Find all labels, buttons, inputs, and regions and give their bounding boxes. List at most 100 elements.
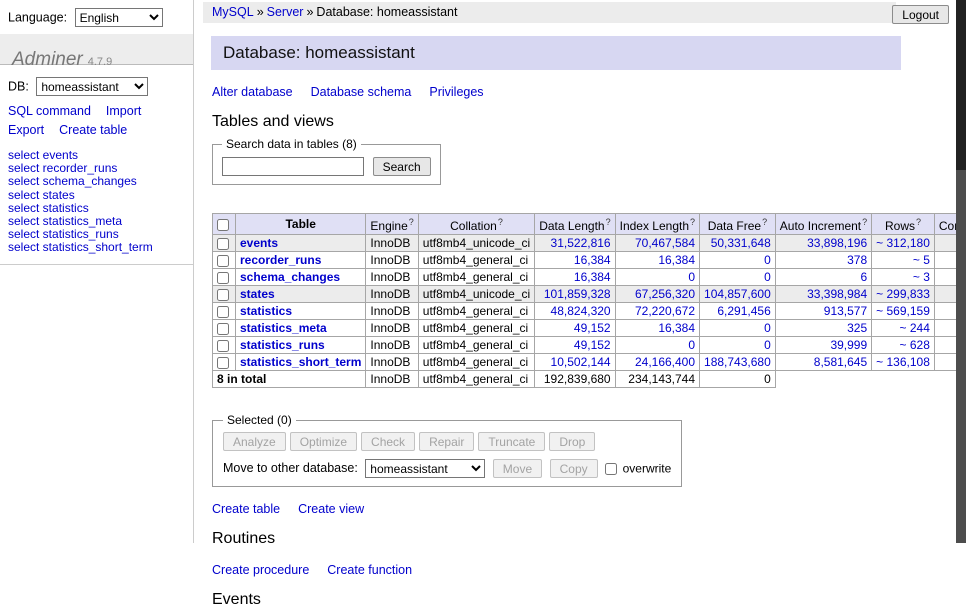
breadcrumb-mysql[interactable]: MySQL — [212, 5, 254, 19]
cell-auto-increment[interactable]: 33,898,196 — [807, 236, 867, 250]
search-input[interactable] — [222, 157, 364, 176]
optimize-button[interactable]: Optimize — [290, 432, 357, 451]
link-create-procedure[interactable]: Create procedure — [212, 563, 309, 577]
db-select[interactable]: homeassistant — [36, 77, 148, 96]
overwrite-checkbox[interactable] — [605, 463, 617, 475]
cell-index-length[interactable]: 70,467,584 — [635, 236, 695, 250]
column-header-rows[interactable]: Rows? — [872, 214, 935, 235]
column-hint-icon[interactable]: ? — [606, 217, 611, 227]
cell-data-length[interactable]: 10,502,144 — [551, 355, 611, 369]
sidebar-link-sql-command[interactable]: SQL command — [8, 104, 91, 118]
analyze-button[interactable]: Analyze — [223, 432, 286, 451]
cell-auto-increment[interactable]: 33,398,984 — [807, 287, 867, 301]
cell-index-length[interactable]: 0 — [688, 338, 695, 352]
search-button[interactable]: Search — [373, 157, 431, 176]
scrollbar[interactable] — [956, 0, 966, 543]
cell-rows[interactable]: ~ 299,833 — [876, 287, 930, 301]
adminer-logo[interactable]: Adminer — [12, 49, 83, 70]
table-name-link[interactable]: statistics_meta — [240, 321, 327, 335]
cell-auto-increment[interactable]: 6 — [860, 270, 867, 284]
column-header-auto-increment[interactable]: Auto Increment? — [775, 214, 871, 235]
truncate-button[interactable]: Truncate — [478, 432, 545, 451]
cell-rows[interactable]: ~ 136,108 — [876, 355, 930, 369]
cell-data-length[interactable]: 101,859,328 — [544, 287, 611, 301]
row-checkbox[interactable] — [217, 238, 229, 250]
table-name-link[interactable]: states — [240, 287, 275, 301]
row-checkbox[interactable] — [217, 306, 229, 318]
cell-data-free[interactable]: 0 — [764, 270, 771, 284]
cell-data-length[interactable]: 49,152 — [574, 321, 611, 335]
sidebar-table-link-select-states[interactable]: select states — [8, 189, 185, 202]
column-hint-icon[interactable]: ? — [862, 217, 867, 227]
repair-button[interactable]: Repair — [419, 432, 474, 451]
logout-button[interactable]: Logout — [892, 5, 949, 24]
column-header-table[interactable]: Table — [236, 214, 366, 235]
column-header-data-free[interactable]: Data Free? — [700, 214, 776, 235]
cell-data-free[interactable]: 0 — [764, 338, 771, 352]
cell-data-length[interactable]: 49,152 — [574, 338, 611, 352]
breadcrumb-server[interactable]: Server — [267, 5, 304, 19]
nav-link-privileges[interactable]: Privileges — [429, 85, 483, 99]
cell-data-length[interactable]: 48,824,320 — [551, 304, 611, 318]
copy-button[interactable]: Copy — [550, 459, 598, 478]
sidebar-table-link-select-schema-changes[interactable]: select schema_changes — [8, 175, 185, 188]
cell-auto-increment[interactable]: 325 — [847, 321, 867, 335]
column-header-collation[interactable]: Collation? — [418, 214, 534, 235]
row-checkbox[interactable] — [217, 272, 229, 284]
cell-auto-increment[interactable]: 378 — [847, 253, 867, 267]
cell-auto-increment[interactable]: 913,577 — [824, 304, 867, 318]
row-checkbox[interactable] — [217, 323, 229, 335]
cell-data-free[interactable]: 0 — [764, 253, 771, 267]
scrollbar-thumb[interactable] — [956, 0, 966, 170]
cell-data-free[interactable]: 50,331,648 — [711, 236, 771, 250]
cell-rows[interactable]: ~ 569,159 — [876, 304, 930, 318]
cell-index-length[interactable]: 72,220,672 — [635, 304, 695, 318]
column-header-data-length[interactable]: Data Length? — [535, 214, 615, 235]
cell-data-free[interactable]: 6,291,456 — [717, 304, 770, 318]
check-button[interactable]: Check — [361, 432, 415, 451]
table-name-link[interactable]: statistics_short_term — [240, 355, 361, 369]
cell-data-length[interactable]: 16,384 — [574, 253, 611, 267]
drop-button[interactable]: Drop — [549, 432, 595, 451]
row-checkbox[interactable] — [217, 340, 229, 352]
cell-rows[interactable]: ~ 5 — [913, 253, 930, 267]
table-name-link[interactable]: recorder_runs — [240, 253, 321, 267]
column-header-engine[interactable]: Engine? — [366, 214, 418, 235]
table-name-link[interactable]: schema_changes — [240, 270, 340, 284]
cell-index-length[interactable]: 16,384 — [658, 253, 695, 267]
cell-index-length[interactable]: 67,256,320 — [635, 287, 695, 301]
move-button[interactable]: Move — [493, 459, 542, 478]
link-create-table[interactable]: Create table — [212, 502, 280, 516]
cell-data-free[interactable]: 0 — [764, 321, 771, 335]
sidebar-link-create-table[interactable]: Create table — [59, 123, 127, 137]
sidebar-table-link-select-statistics-short-term[interactable]: select statistics_short_term — [8, 241, 185, 254]
column-hint-icon[interactable]: ? — [409, 217, 414, 227]
row-checkbox[interactable] — [217, 357, 229, 369]
select-all-checkbox[interactable] — [217, 219, 229, 231]
sidebar-link-import[interactable]: Import — [106, 104, 141, 118]
table-name-link[interactable]: statistics_runs — [240, 338, 325, 352]
nav-link-alter-database[interactable]: Alter database — [212, 85, 293, 99]
cell-index-length[interactable]: 24,166,400 — [635, 355, 695, 369]
link-create-view[interactable]: Create view — [298, 502, 364, 516]
move-db-select[interactable]: homeassistant — [365, 459, 485, 478]
cell-index-length[interactable]: 16,384 — [658, 321, 695, 335]
cell-rows[interactable]: ~ 244 — [900, 321, 930, 335]
column-hint-icon[interactable]: ? — [762, 217, 767, 227]
column-hint-icon[interactable]: ? — [916, 217, 921, 227]
row-checkbox[interactable] — [217, 255, 229, 267]
table-name-link[interactable]: statistics — [240, 304, 292, 318]
cell-auto-increment[interactable]: 39,999 — [830, 338, 867, 352]
cell-rows[interactable]: ~ 628 — [900, 338, 930, 352]
column-header-index-length[interactable]: Index Length? — [615, 214, 699, 235]
cell-rows[interactable]: ~ 312,180 — [876, 236, 930, 250]
cell-index-length[interactable]: 0 — [688, 270, 695, 284]
column-hint-icon[interactable]: ? — [690, 217, 695, 227]
cell-data-length[interactable]: 16,384 — [574, 270, 611, 284]
language-select[interactable]: English — [75, 8, 163, 27]
table-name-link[interactable]: events — [240, 236, 278, 250]
sidebar-link-export[interactable]: Export — [8, 123, 44, 137]
cell-data-free[interactable]: 104,857,600 — [704, 287, 771, 301]
link-create-function[interactable]: Create function — [327, 563, 412, 577]
nav-link-database-schema[interactable]: Database schema — [311, 85, 412, 99]
